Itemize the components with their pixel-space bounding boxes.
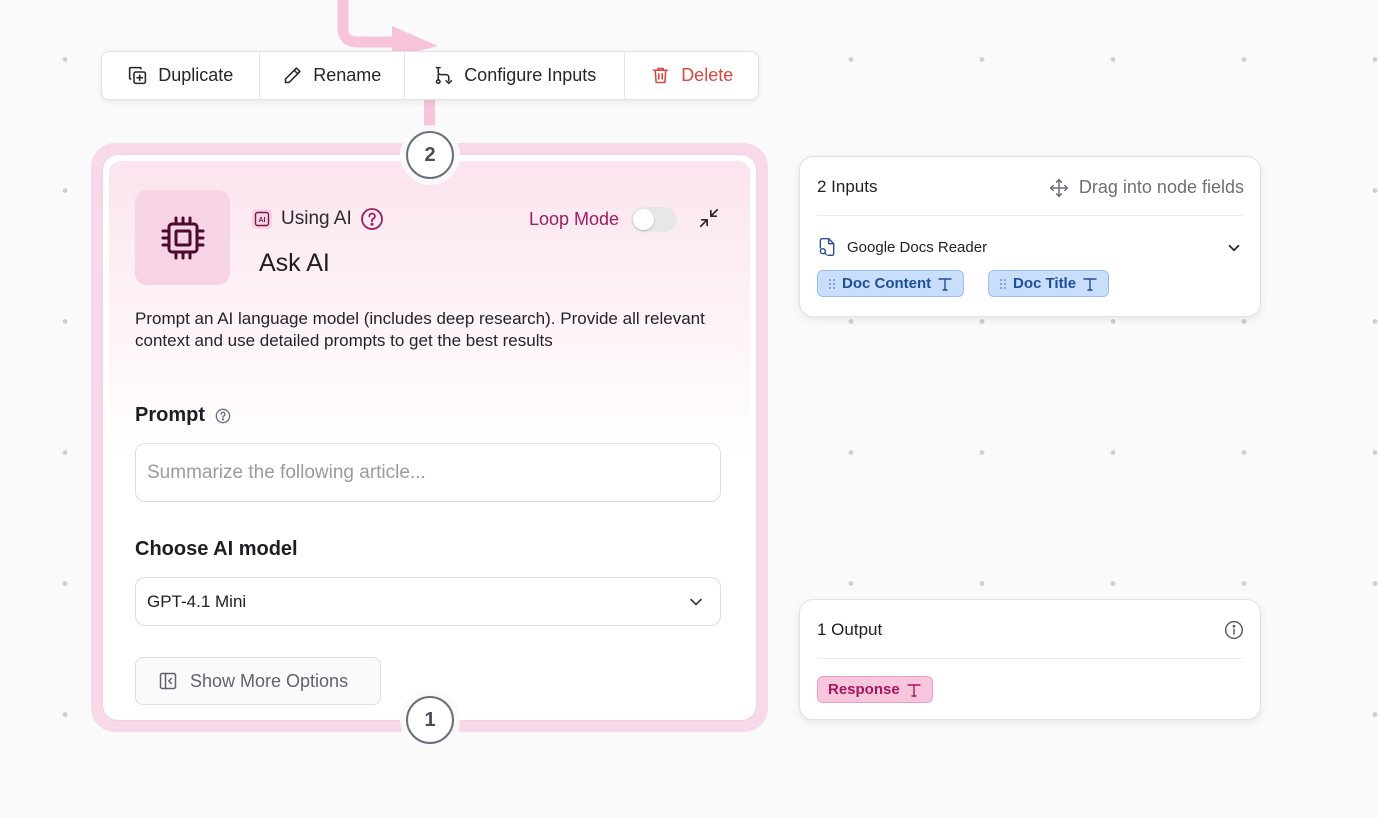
input-tag-doc-content[interactable]: Doc Content: [817, 270, 965, 297]
help-icon[interactable]: [360, 207, 384, 231]
duplicate-icon: [129, 66, 147, 85]
configure-inputs-icon: [435, 66, 453, 85]
text-type-icon: [1083, 277, 1097, 291]
input-tag-label: Doc Title: [1013, 275, 1077, 292]
output-tag-label: Response: [828, 681, 900, 698]
collapse-icon[interactable]: [698, 207, 720, 229]
node-toolbar: Duplicate Rename Configure Inputs Delete: [101, 51, 759, 100]
delete-button[interactable]: Delete: [625, 52, 758, 99]
input-source-name: Google Docs Reader: [847, 238, 988, 256]
model-select[interactable]: GPT-4.1 Mini: [135, 577, 721, 626]
loop-mode-toggle[interactable]: [631, 207, 678, 232]
input-source-row[interactable]: Google Docs Reader: [817, 237, 987, 257]
outputs-panel: 1 Output Response: [799, 599, 1261, 720]
doc-search-icon: [819, 237, 835, 257]
node-category: AI Using AI: [251, 207, 384, 231]
loop-mode-label: Loop Mode: [529, 209, 620, 229]
show-more-options-button[interactable]: Show More Options: [135, 657, 381, 705]
grip-icon: [829, 278, 835, 289]
inputs-divider: [817, 215, 1243, 216]
move-icon: [1049, 178, 1068, 197]
panel-expand-icon: [159, 672, 177, 690]
outputs-divider: [817, 658, 1243, 659]
node-category-label: Using AI: [281, 208, 352, 229]
info-icon[interactable]: [1224, 620, 1244, 640]
model-select-value: GPT-4.1 Mini: [147, 591, 247, 611]
node-icon-tile: [135, 190, 230, 285]
prompt-placeholder: Summarize the following article...: [147, 461, 426, 483]
configure-inputs-button[interactable]: Configure Inputs: [405, 52, 626, 99]
grip-icon: [1000, 278, 1006, 289]
outputs-panel-title: 1 Output: [817, 620, 883, 639]
input-tag-doc-title[interactable]: Doc Title: [988, 270, 1110, 297]
model-label-text: Choose AI model: [135, 538, 298, 560]
drag-hint: Drag into node fields: [1049, 177, 1244, 198]
cpu-chip-icon: [161, 216, 204, 259]
configure-inputs-label: Configure Inputs: [464, 65, 597, 85]
pencil-icon: [284, 67, 301, 84]
inputs-panel: 2 Inputs Drag into node fields Google Do…: [799, 156, 1261, 317]
text-type-icon: [907, 683, 921, 697]
show-more-options-label: Show More Options: [190, 670, 349, 691]
prompt-label: Prompt: [135, 404, 231, 427]
chevron-down-icon[interactable]: [1225, 239, 1243, 257]
output-tag-response[interactable]: Response: [817, 676, 933, 703]
rename-label: Rename: [313, 65, 382, 85]
trash-icon: [652, 67, 669, 84]
duplicate-label: Duplicate: [158, 65, 234, 85]
prompt-label-text: Prompt: [135, 404, 205, 426]
delete-label: Delete: [681, 65, 734, 85]
input-tag-label: Doc Content: [842, 275, 932, 292]
svg-text:AI: AI: [259, 217, 266, 224]
node-description: Prompt an AI language model (includes de…: [135, 309, 705, 350]
step-badge-bottom: 1: [406, 696, 454, 744]
text-type-icon: [938, 277, 952, 291]
prompt-help-icon[interactable]: [215, 408, 231, 424]
loop-mode-control: Loop Mode: [529, 207, 678, 232]
node-title[interactable]: Ask AI: [259, 249, 330, 278]
ai-chip-small-icon: AI: [252, 209, 272, 229]
chevron-down-icon: [690, 598, 702, 605]
model-label: Choose AI model: [135, 538, 298, 561]
drag-hint-label: Drag into node fields: [1078, 177, 1244, 197]
duplicate-button[interactable]: Duplicate: [102, 52, 260, 99]
inputs-panel-title: 2 Inputs: [817, 177, 878, 196]
step-badge-top: 2: [406, 131, 454, 179]
prompt-input[interactable]: Summarize the following article...: [135, 443, 721, 502]
ask-ai-node[interactable]: AI Using AI Ask AI Loop Mode Prompt an A…: [102, 154, 757, 721]
rename-button[interactable]: Rename: [260, 52, 406, 99]
